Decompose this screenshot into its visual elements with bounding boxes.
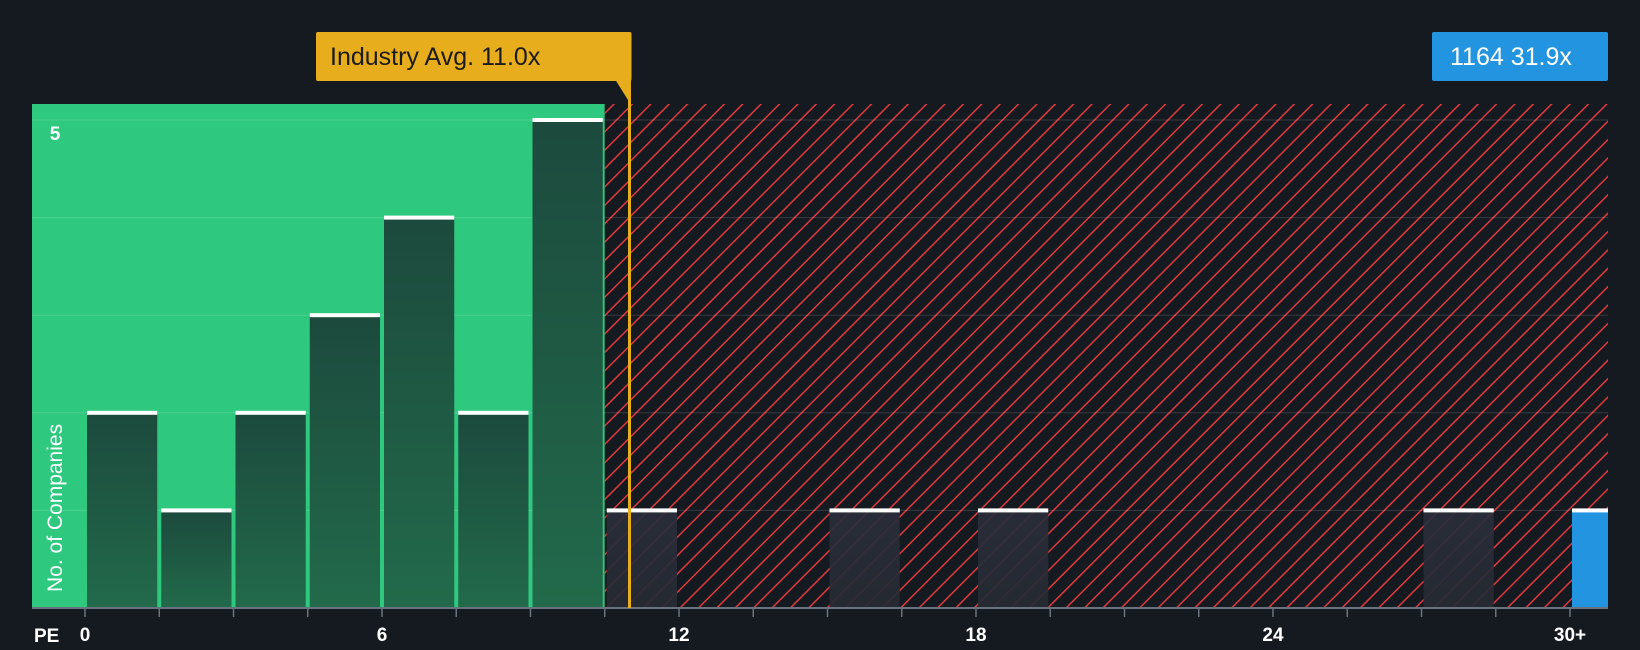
x-tick-label: 30+ xyxy=(1554,625,1586,646)
histogram-bar xyxy=(978,510,1049,608)
company-pe-label: 1164 31.9x xyxy=(1450,43,1572,71)
bar-cap xyxy=(384,215,455,220)
bar-cap xyxy=(829,508,900,513)
histogram-bar xyxy=(235,412,306,608)
x-tick-label: 12 xyxy=(668,625,689,646)
pe-distribution-chart: 0 6 12 18 24 30+ PE 5 No. of Companies Industry A… xyxy=(0,0,1640,650)
x-tick-label: 18 xyxy=(965,625,986,646)
histogram-bar xyxy=(829,510,900,608)
histogram-bar xyxy=(384,217,455,608)
histogram-bar xyxy=(458,412,529,608)
bar-cap xyxy=(235,410,306,415)
x-tick-label: 0 xyxy=(80,625,91,646)
bar-cap xyxy=(87,410,158,415)
x-tick-label: 24 xyxy=(1262,625,1284,646)
bar-cap xyxy=(309,313,380,318)
histogram-bar xyxy=(87,412,158,608)
y-tick-label: 5 xyxy=(50,124,61,145)
x-tick-label: 6 xyxy=(377,625,388,646)
chart-canvas: 0 6 12 18 24 30+ PE 5 No. of Companies Industry A… xyxy=(32,32,1608,647)
y-axis-title: No. of Companies xyxy=(44,424,67,592)
industry-avg-label: Industry Avg. 11.0x xyxy=(330,43,541,71)
company-bar xyxy=(1572,510,1608,608)
histogram-bar xyxy=(532,120,603,608)
x-axis-title: PE xyxy=(34,626,59,647)
bar-cap xyxy=(458,410,529,415)
bar-cap xyxy=(1423,508,1494,513)
bar-cap xyxy=(532,118,603,122)
bar-cap xyxy=(1572,508,1608,513)
histogram-bar xyxy=(606,510,677,608)
bar-cap xyxy=(161,508,232,513)
bar-cap xyxy=(978,508,1049,513)
bar-cap xyxy=(606,508,677,513)
histogram-bar xyxy=(309,315,380,608)
histogram-bar xyxy=(161,510,232,608)
histogram-bar xyxy=(1423,510,1494,608)
